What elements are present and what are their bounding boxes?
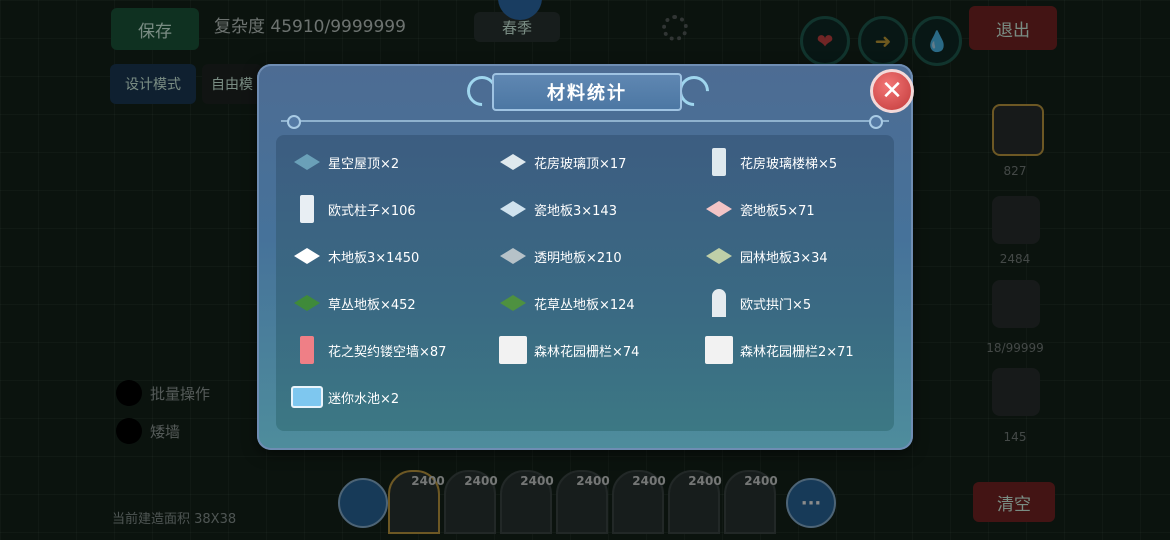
material-item: 花草丛地板×124	[496, 285, 635, 321]
material-item-label: 欧式柱子×106	[328, 203, 416, 219]
material-item: 木地板3×1450	[290, 238, 419, 274]
flower-grass-icon	[496, 286, 530, 320]
starry-roof-icon	[290, 145, 324, 179]
material-item: 瓷地板3×143	[496, 191, 617, 227]
material-item: 花房玻璃楼梯×5	[702, 144, 837, 180]
material-item: 花之契约镂空墙×87	[290, 332, 446, 368]
material-item-label: 园林地板3×34	[740, 250, 828, 266]
material-item-label: 欧式拱门×5	[740, 297, 812, 313]
material-item: 星空屋顶×2	[290, 144, 399, 180]
material-item-label: 花草丛地板×124	[534, 297, 635, 313]
material-item-label: 森林花园栅栏2×71	[740, 344, 854, 360]
material-stats-dialog: 材料统计 ✕ 星空屋顶×2 花房玻璃顶×17 花房玻璃楼梯×5 欧式柱子×106 瓷地板…	[257, 64, 914, 450]
grass-floor-icon	[290, 286, 324, 320]
pink-tile-icon	[702, 192, 736, 226]
material-item-label: 木地板3×1450	[328, 250, 420, 266]
material-item: 园林地板3×34	[702, 238, 828, 274]
material-item: 迷你水池×2	[290, 379, 399, 415]
fence-icon	[496, 333, 530, 367]
material-item-label: 透明地板×210	[534, 250, 622, 266]
material-item-label: 草丛地板×452	[328, 297, 416, 313]
dialog-title-text: 材料统计	[547, 83, 627, 104]
glass-stairs-icon	[702, 145, 736, 179]
close-icon: ✕	[881, 76, 903, 106]
wood-floor-icon	[290, 239, 324, 273]
material-item-label: 星空屋顶×2	[328, 156, 400, 172]
tile-floor-icon	[496, 192, 530, 226]
column-icon	[290, 192, 324, 226]
material-item-label: 花之契约镂空墙×87	[328, 344, 447, 360]
lattice-wall-icon	[290, 333, 324, 367]
mini-pool-icon	[290, 380, 324, 414]
glass-roof-icon	[496, 145, 530, 179]
material-item-label: 花房玻璃楼梯×5	[740, 156, 838, 172]
arch-door-icon	[702, 286, 736, 320]
material-item: 花房玻璃顶×17	[496, 144, 626, 180]
material-item: 森林花园栅栏×74	[496, 332, 639, 368]
divider-ornament-left-icon	[287, 115, 301, 129]
material-item-label: 花房玻璃顶×17	[534, 156, 627, 172]
material-item: 森林花园栅栏2×71	[702, 332, 854, 368]
material-item-label: 森林花园栅栏×74	[534, 344, 640, 360]
material-item: 草丛地板×452	[290, 285, 416, 321]
fence2-icon	[702, 333, 736, 367]
divider-ornament-right-icon	[869, 115, 883, 129]
material-item-label: 瓷地板3×143	[534, 203, 617, 219]
material-item-label: 迷你水池×2	[328, 391, 400, 407]
material-item: 欧式拱门×5	[702, 285, 811, 321]
clear-floor-icon	[496, 239, 530, 273]
garden-floor-icon	[702, 239, 736, 273]
material-item: 欧式柱子×106	[290, 191, 416, 227]
close-button[interactable]: ✕	[870, 69, 914, 113]
material-list-panel: 星空屋顶×2 花房玻璃顶×17 花房玻璃楼梯×5 欧式柱子×106 瓷地板3×143 瓷地…	[276, 135, 894, 431]
material-item: 瓷地板5×71	[702, 191, 815, 227]
material-item: 透明地板×210	[496, 238, 622, 274]
material-item-label: 瓷地板5×71	[740, 203, 815, 219]
divider	[281, 120, 889, 122]
dialog-title: 材料统计	[492, 73, 682, 111]
